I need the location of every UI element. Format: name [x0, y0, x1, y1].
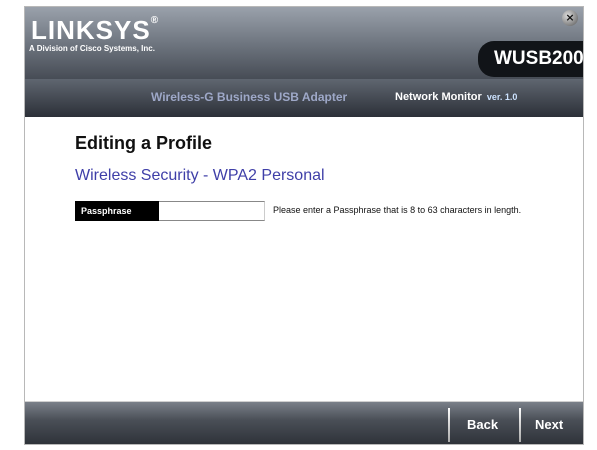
- header-banner: LINKSYS® A Division of Cisco Systems, In…: [25, 7, 583, 117]
- product-name: Wireless-G Business USB Adapter: [151, 90, 348, 104]
- logo-text: LINKSYS: [31, 15, 151, 45]
- passphrase-label: Passphrase: [75, 201, 159, 221]
- model-badge: WUSB200: [478, 41, 583, 77]
- app-window: LINKSYS® A Division of Cisco Systems, In…: [24, 6, 584, 445]
- footer-separator: [519, 408, 521, 442]
- footer-separator: [448, 408, 450, 442]
- passphrase-hint: Please enter a Passphrase that is 8 to 6…: [273, 205, 522, 215]
- page-title: Editing a Profile: [75, 133, 213, 153]
- logo-trademark: ®: [150, 15, 160, 26]
- footer-bar: Back Next: [25, 401, 583, 444]
- monitor-label: Network Monitor: [395, 91, 482, 103]
- passphrase-input[interactable]: [159, 201, 265, 221]
- version-label: ver. 1.0: [486, 92, 518, 102]
- back-button[interactable]: Back: [467, 402, 498, 444]
- next-button[interactable]: Next: [535, 402, 563, 444]
- close-icon[interactable]: ×: [562, 10, 578, 26]
- logo-subtitle: A Division of Cisco Systems, Inc.: [29, 44, 155, 53]
- network-monitor-label: Network Monitor ver. 1.0: [395, 91, 517, 103]
- linksys-logo: LINKSYS®: [31, 15, 159, 46]
- section-title: Wireless Security - WPA2 Personal: [75, 167, 325, 184]
